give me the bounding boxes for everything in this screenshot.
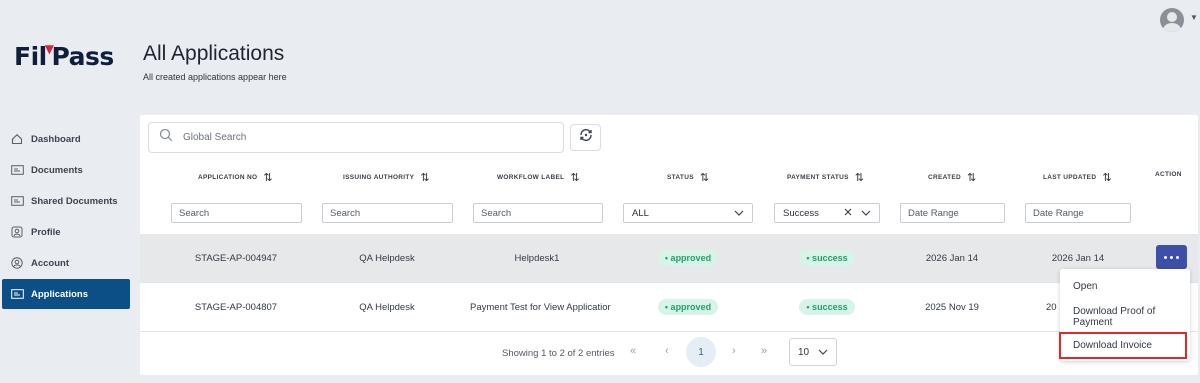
app-logo: Fil▼Pass <box>14 42 114 71</box>
document-icon <box>10 164 24 177</box>
payment-status-cell: • success <box>767 234 887 282</box>
sidebar-item-label: Account <box>31 257 69 269</box>
chevron-down-icon <box>734 208 744 219</box>
workflow-label-cell: Helpdesk1 <box>514 252 560 264</box>
last-page-button[interactable]: » <box>761 345 767 357</box>
created-date-range-input[interactable]: Date Range <box>900 203 1005 223</box>
applications-icon <box>10 288 24 301</box>
chevron-down-icon <box>861 208 871 219</box>
refresh-icon <box>578 127 594 148</box>
column-header-issuing-authority[interactable]: ISSUING AUTHORITY ⇅ <box>343 171 430 184</box>
row-actions-menu: Open Download Proof of Payment Download … <box>1059 269 1190 361</box>
previous-page-button[interactable]: ‹ <box>665 345 669 357</box>
sidebar-item-applications[interactable]: Applications <box>2 279 130 309</box>
row-actions-button[interactable] <box>1156 245 1187 269</box>
page-title: All Applications <box>143 42 285 65</box>
column-header-workflow-label[interactable]: WORKFLOW LABEL ⇅ <box>497 171 580 184</box>
column-header-status[interactable]: STATUS ⇅ <box>667 171 709 184</box>
issuing-authority-filter-input[interactable]: Search <box>322 203 453 223</box>
sidebar-item-documents[interactable]: Documents <box>0 155 132 185</box>
status-filter-value: ALL <box>632 207 649 219</box>
sidebar-item-dashboard[interactable]: Dashboard <box>0 124 132 154</box>
sort-icon[interactable]: ⇅ <box>700 171 710 184</box>
profile-icon <box>10 226 24 239</box>
table-row[interactable]: STAGE-AP-004807 QA Helpdesk Payment Test… <box>140 283 1198 331</box>
sidebar-item-shared-documents[interactable]: Shared Documents <box>0 186 132 216</box>
refresh-button[interactable] <box>570 124 601 151</box>
page-size-value: 10 <box>798 346 810 358</box>
application-no-filter-input[interactable]: Search <box>171 203 302 223</box>
clear-icon[interactable] <box>844 208 852 219</box>
application-no-cell: STAGE-AP-004947 <box>194 252 278 264</box>
payment-status-badge: • success <box>799 250 855 266</box>
account-icon <box>10 257 24 270</box>
page-subtitle: All created applications appear here <box>143 72 287 82</box>
sort-icon[interactable]: ⇅ <box>263 171 273 184</box>
sidebar-item-label: Dashboard <box>31 133 81 145</box>
menu-item-download-proof-of-payment[interactable]: Download Proof of Payment <box>1060 306 1180 328</box>
table-row[interactable]: STAGE-AP-004947 QA Helpdesk Helpdesk1 • … <box>140 234 1198 282</box>
row-divider <box>140 331 1198 332</box>
column-header-application-no[interactable]: APPLICATION NO ⇅ <box>198 171 273 184</box>
sort-icon[interactable]: ⇅ <box>420 171 430 184</box>
issuing-authority-cell: QA Helpdesk <box>359 301 415 313</box>
column-header-last-updated[interactable]: LAST UPDATED ⇅ <box>1043 171 1112 184</box>
status-filter-select[interactable]: ALL <box>623 203 753 223</box>
status-cell: • approved <box>628 283 748 331</box>
payment-status-cell: • success <box>767 283 887 331</box>
sidebar: Dashboard Documents Shared Documents Pro… <box>0 124 132 310</box>
sidebar-item-label: Profile <box>31 226 61 238</box>
sidebar-item-account[interactable]: Account <box>0 248 132 278</box>
shared-document-icon <box>10 195 24 208</box>
sort-icon[interactable]: ⇅ <box>855 171 865 184</box>
user-avatar[interactable] <box>1160 8 1184 32</box>
status-badge: • approved <box>657 299 719 315</box>
first-page-button[interactable]: « <box>630 345 636 357</box>
created-cell: 2025 Nov 19 <box>925 301 979 313</box>
pagination-summary: Showing 1 to 2 of 2 entries <box>502 348 615 359</box>
payment-status-filter-select[interactable]: Success <box>774 203 880 223</box>
workflow-label-filter-input[interactable]: Search <box>473 203 603 223</box>
payment-status-filter-value: Success <box>783 207 819 219</box>
sort-icon[interactable]: ⇅ <box>967 171 977 184</box>
sidebar-item-profile[interactable]: Profile <box>0 217 132 247</box>
page-1-button[interactable]: 1 <box>686 337 716 367</box>
applications-table-card: Global Search APPLICATION NO ⇅ ISSUING AU… <box>140 115 1198 375</box>
sidebar-item-label: Documents <box>31 164 83 176</box>
chevron-down-icon <box>818 347 828 358</box>
home-icon <box>10 133 24 146</box>
sort-icon[interactable]: ⇅ <box>570 171 580 184</box>
menu-item-open[interactable]: Open <box>1060 281 1190 292</box>
next-page-button[interactable]: › <box>732 345 736 357</box>
global-search-input[interactable]: Global Search <box>148 122 564 153</box>
workflow-label-cell: Payment Test for View Applicatior <box>470 301 611 313</box>
avatar-caret-icon[interactable]: ▼ <box>1190 13 1198 22</box>
created-cell: 2026 Jan 14 <box>925 252 979 264</box>
sidebar-item-label: Applications <box>31 288 89 300</box>
search-icon <box>159 128 173 147</box>
sort-icon[interactable]: ⇅ <box>1102 171 1112 184</box>
application-no-cell: STAGE-AP-004807 <box>194 301 278 313</box>
column-header-created[interactable]: CREATED ⇅ <box>928 171 977 184</box>
search-placeholder: Global Search <box>183 132 247 143</box>
payment-status-badge: • success <box>799 299 855 315</box>
sidebar-item-label: Shared Documents <box>31 195 118 207</box>
status-cell: • approved <box>628 234 748 282</box>
last-updated-date-range-input[interactable]: Date Range <box>1025 203 1131 223</box>
menu-item-download-invoice[interactable]: Download Invoice <box>1059 332 1187 359</box>
column-header-payment-status[interactable]: PAYMENT STATUS ⇅ <box>787 171 864 184</box>
page-size-select[interactable]: 10 <box>789 338 837 366</box>
issuing-authority-cell: QA Helpdesk <box>359 252 415 264</box>
status-badge: • approved <box>657 250 719 266</box>
column-header-action: ACTION <box>1155 171 1182 178</box>
